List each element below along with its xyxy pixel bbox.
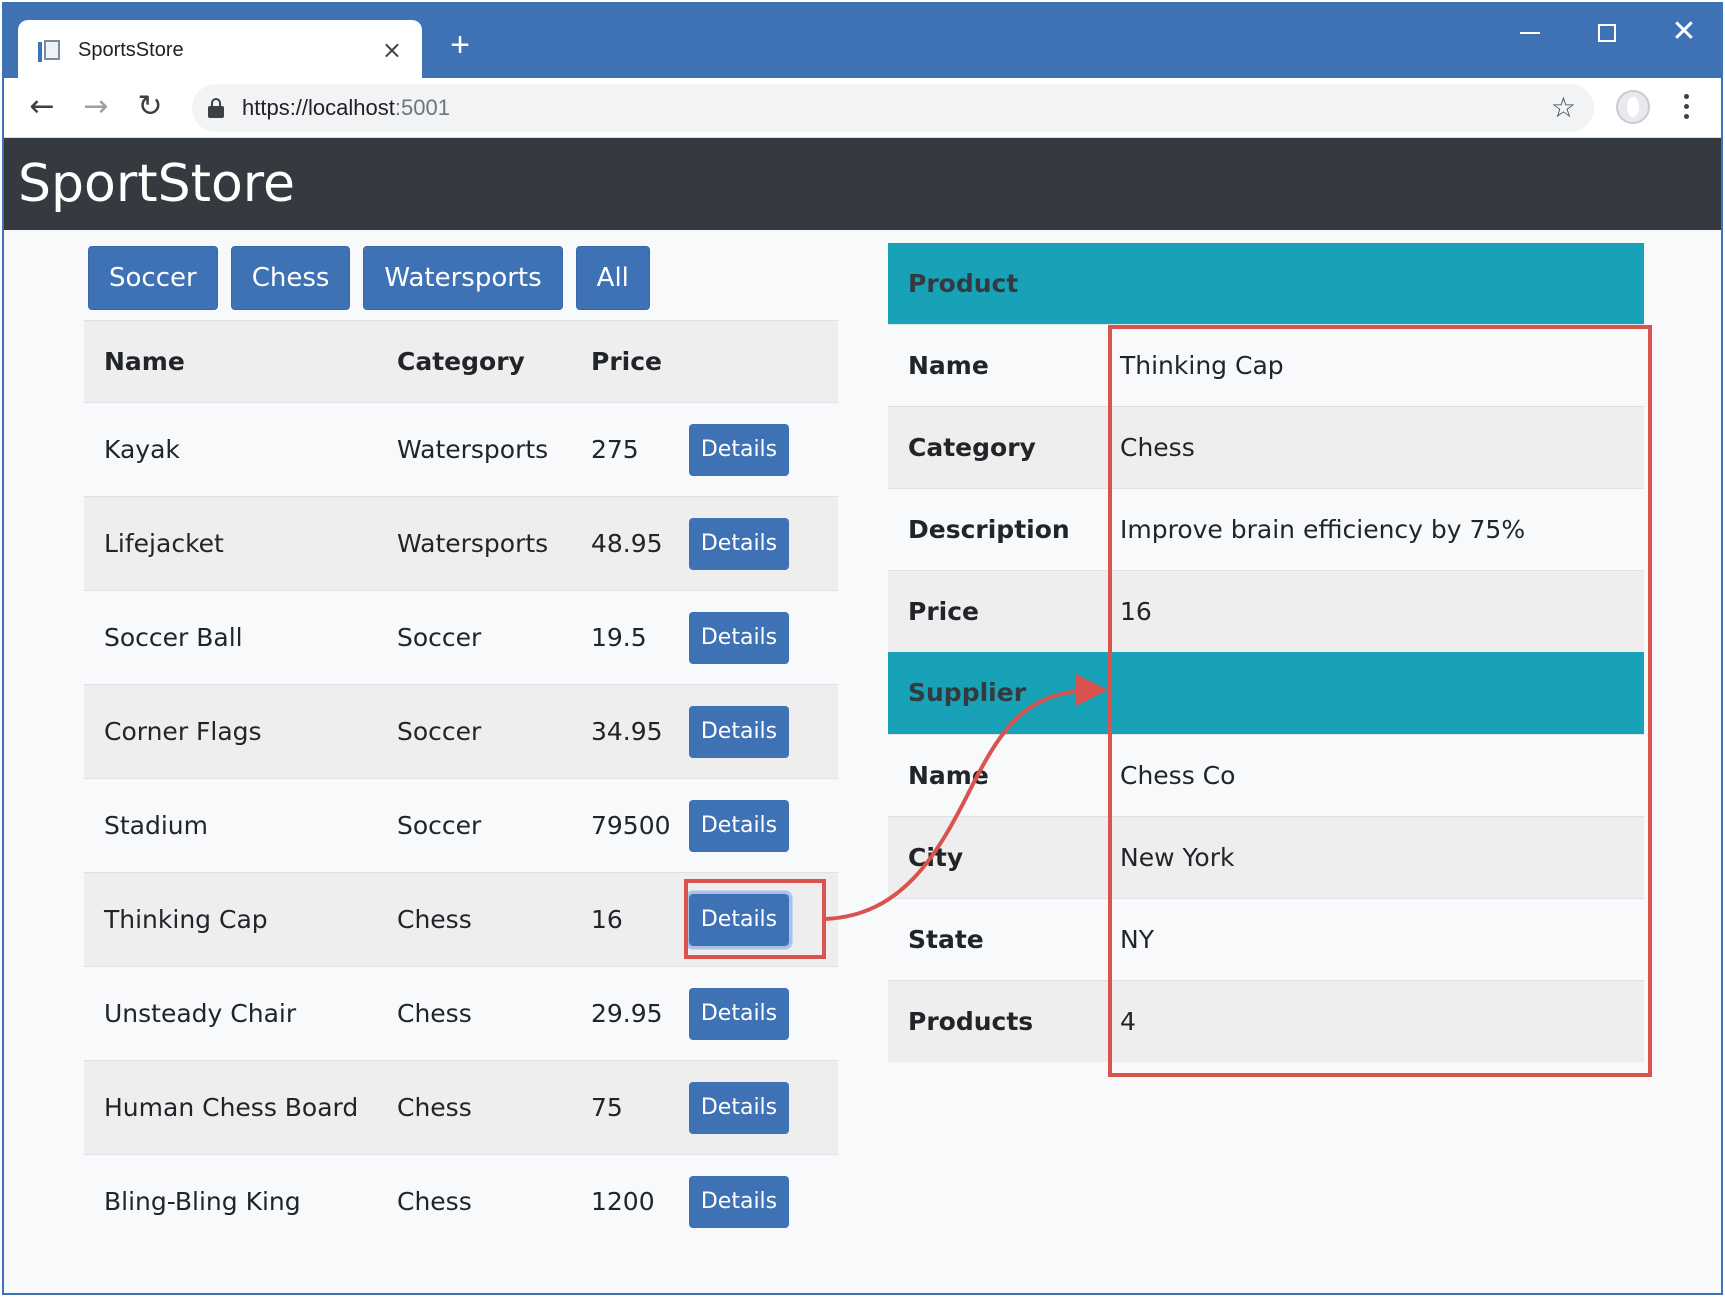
product-price: 1200 (571, 1154, 689, 1249)
table-row: Soccer Ball Soccer 19.5 Details (84, 590, 838, 685)
product-name: Human Chess Board (84, 1060, 377, 1155)
product-name: Bling-Bling King (84, 1154, 377, 1249)
product-category: Watersports (377, 402, 571, 497)
column-header-name: Name (84, 320, 377, 403)
table-header-row: Name Category Price (84, 320, 838, 403)
product-name: Kayak (84, 402, 377, 497)
bookmark-star-icon[interactable]: ☆ (1551, 92, 1576, 124)
column-header-actions (689, 320, 838, 403)
product-price: 48.95 (571, 496, 689, 591)
product-name: Stadium (84, 778, 377, 873)
table-row: Lifejacket Watersports 48.95 Details (84, 496, 838, 591)
product-price: 29.95 (571, 966, 689, 1061)
detail-label: City (888, 815, 1120, 898)
details-button[interactable]: Details (689, 1081, 789, 1134)
page-favicon-icon (38, 38, 62, 62)
lock-icon[interactable] (208, 98, 224, 118)
details-button[interactable]: Details (689, 517, 789, 570)
product-category: Chess (377, 1060, 571, 1155)
back-arrow-icon[interactable]: ← (24, 90, 60, 126)
detail-label: Category (888, 405, 1120, 488)
product-name: Thinking Cap (84, 872, 377, 967)
forward-arrow-icon[interactable]: → (78, 90, 114, 126)
product-name: Corner Flags (84, 684, 377, 779)
new-tab-icon[interactable]: + (444, 28, 476, 62)
category-button-all[interactable]: All (575, 246, 650, 310)
product-category: Watersports (377, 496, 571, 591)
product-category: Chess (377, 966, 571, 1061)
product-price: 75 (571, 1060, 689, 1155)
minimize-icon[interactable] (1512, 18, 1548, 48)
detail-label: Name (888, 733, 1120, 816)
product-category: Soccer (377, 778, 571, 873)
address-bar[interactable]: https://localhost:5001 ☆ (192, 84, 1594, 132)
table-row: Kayak Watersports 275 Details (84, 402, 838, 497)
product-name: Soccer Ball (84, 590, 377, 685)
category-button-watersports[interactable]: Watersports (363, 246, 563, 310)
detail-label: Description (888, 487, 1120, 570)
maximize-icon[interactable] (1589, 18, 1625, 48)
product-price: 275 (571, 402, 689, 497)
product-price: 34.95 (571, 684, 689, 779)
product-category: Chess (377, 1154, 571, 1249)
table-row: Unsteady Chair Chess 29.95 Details (84, 966, 838, 1061)
detail-label: Price (888, 569, 1120, 652)
product-price: 16 (571, 872, 689, 967)
details-button[interactable]: Details (689, 611, 789, 664)
reload-icon[interactable]: ↻ (132, 90, 168, 126)
details-button[interactable]: Details (689, 705, 789, 758)
details-button[interactable]: Details (689, 799, 789, 852)
kebab-menu-icon[interactable] (1676, 90, 1696, 124)
detail-label: Products (888, 979, 1120, 1062)
detail-section-header: Product (888, 243, 1644, 324)
browser-toolbar: ← → ↻ https://localhost:5001 ☆ (4, 78, 1721, 138)
product-name: Lifejacket (84, 496, 377, 591)
annotation-highlight-button (684, 879, 826, 959)
product-category: Soccer (377, 590, 571, 685)
close-window-icon[interactable]: ✕ (1666, 17, 1702, 48)
category-buttons: Soccer Chess Watersports All (88, 246, 650, 310)
browser-tab[interactable]: SportsStore × (18, 20, 422, 80)
details-button[interactable]: Details (689, 423, 789, 476)
product-name: Unsteady Chair (84, 966, 377, 1061)
column-header-price: Price (571, 320, 689, 403)
category-button-chess[interactable]: Chess (230, 246, 351, 310)
column-header-category: Category (377, 320, 571, 403)
app-header: SportStore (4, 138, 1721, 230)
table-row: Human Chess Board Chess 75 Details (84, 1060, 838, 1155)
product-price: 79500 (571, 778, 689, 873)
product-price: 19.5 (571, 590, 689, 685)
close-tab-icon[interactable]: × (382, 38, 402, 62)
url-host: https://localhost (242, 95, 395, 120)
title-bar: SportsStore × + ✕ (4, 4, 1721, 80)
app-title: SportStore (18, 154, 296, 214)
product-category: Soccer (377, 684, 571, 779)
tab-title: SportsStore (78, 38, 184, 61)
annotation-highlight-values (1108, 325, 1652, 1077)
table-row: Corner Flags Soccer 34.95 Details (84, 684, 838, 779)
products-table: Name Category Price Kayak Watersports 27… (84, 320, 838, 1249)
url-port: :5001 (394, 95, 450, 120)
table-row: Bling-Bling King Chess 1200 Details (84, 1154, 838, 1249)
product-category: Chess (377, 872, 571, 967)
profile-avatar-icon[interactable] (1616, 90, 1650, 124)
details-button[interactable]: Details (689, 1175, 789, 1228)
table-row: Stadium Soccer 79500 Details (84, 778, 838, 873)
product-section-title: Product (888, 243, 1644, 324)
detail-label: State (888, 897, 1120, 980)
detail-label: Name (888, 323, 1120, 406)
category-button-soccer[interactable]: Soccer (88, 246, 218, 310)
details-button[interactable]: Details (689, 987, 789, 1040)
